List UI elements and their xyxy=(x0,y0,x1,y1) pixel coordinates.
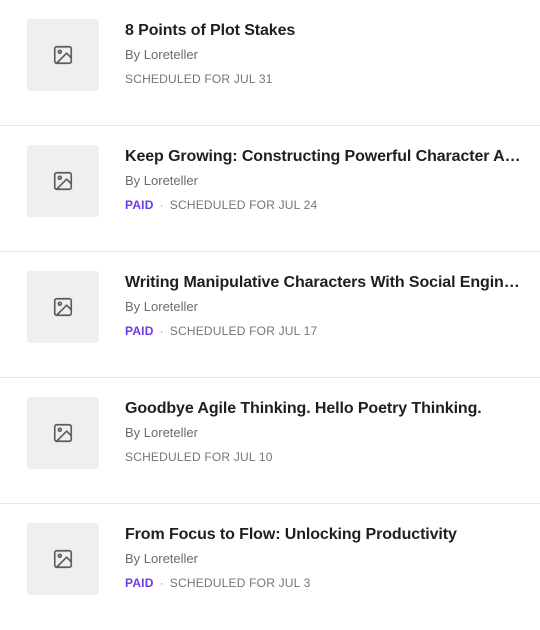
schedule-label: SCHEDULED FOR JUL 17 xyxy=(169,324,318,338)
post-author: By Loreteller xyxy=(125,551,198,566)
post-meta: SCHEDULED FOR JUL 31 xyxy=(125,71,526,87)
post-title[interactable]: Writing Manipulative Characters With Soc… xyxy=(125,272,526,294)
post-meta: PAID · SCHEDULED FOR JUL 3 xyxy=(125,575,526,591)
paid-badge: PAID xyxy=(125,324,154,338)
scheduled-post-list: 8 Points of Plot Stakes By Loreteller SC… xyxy=(0,0,540,615)
post-author: By Loreteller xyxy=(125,47,198,62)
image-placeholder-icon xyxy=(53,423,73,443)
post-title[interactable]: From Focus to Flow: Unlocking Productivi… xyxy=(125,524,526,546)
post-row[interactable]: Writing Manipulative Characters With Soc… xyxy=(0,252,540,378)
image-placeholder-icon xyxy=(53,297,73,317)
post-author: By Loreteller xyxy=(125,425,198,440)
post-meta: PAID · SCHEDULED FOR JUL 17 xyxy=(125,323,526,339)
post-body: Goodbye Agile Thinking. Hello Poetry Thi… xyxy=(125,398,526,465)
post-title[interactable]: Keep Growing: Constructing Powerful Char… xyxy=(125,146,526,168)
post-body: From Focus to Flow: Unlocking Productivi… xyxy=(125,524,526,591)
meta-separator: · xyxy=(159,198,164,212)
post-body: Keep Growing: Constructing Powerful Char… xyxy=(125,146,526,213)
post-meta: SCHEDULED FOR JUL 10 xyxy=(125,449,526,465)
post-author: By Loreteller xyxy=(125,173,198,188)
schedule-label: SCHEDULED FOR JUL 10 xyxy=(125,450,273,464)
schedule-label: SCHEDULED FOR JUL 3 xyxy=(169,576,311,590)
post-row[interactable]: Goodbye Agile Thinking. Hello Poetry Thi… xyxy=(0,378,540,504)
meta-separator: · xyxy=(159,576,164,590)
post-title[interactable]: 8 Points of Plot Stakes xyxy=(125,20,526,42)
post-thumbnail[interactable] xyxy=(27,271,99,343)
post-thumbnail[interactable] xyxy=(27,523,99,595)
post-body: Writing Manipulative Characters With Soc… xyxy=(125,272,526,339)
post-thumbnail[interactable] xyxy=(27,397,99,469)
post-body: 8 Points of Plot Stakes By Loreteller SC… xyxy=(125,20,526,87)
paid-badge: PAID xyxy=(125,198,154,212)
image-placeholder-icon xyxy=(53,171,73,191)
image-placeholder-icon xyxy=(53,549,73,569)
post-title[interactable]: Goodbye Agile Thinking. Hello Poetry Thi… xyxy=(125,398,526,420)
post-thumbnail[interactable] xyxy=(27,145,99,217)
schedule-label: SCHEDULED FOR JUL 24 xyxy=(169,198,318,212)
post-row[interactable]: From Focus to Flow: Unlocking Productivi… xyxy=(0,504,540,630)
schedule-label: SCHEDULED FOR JUL 31 xyxy=(125,72,273,86)
post-thumbnail[interactable] xyxy=(27,19,99,91)
post-row[interactable]: Keep Growing: Constructing Powerful Char… xyxy=(0,126,540,252)
post-meta: PAID · SCHEDULED FOR JUL 24 xyxy=(125,197,526,213)
post-author: By Loreteller xyxy=(125,299,198,314)
paid-badge: PAID xyxy=(125,576,154,590)
post-row[interactable]: 8 Points of Plot Stakes By Loreteller SC… xyxy=(0,0,540,126)
image-placeholder-icon xyxy=(53,45,73,65)
meta-separator: · xyxy=(159,324,164,338)
